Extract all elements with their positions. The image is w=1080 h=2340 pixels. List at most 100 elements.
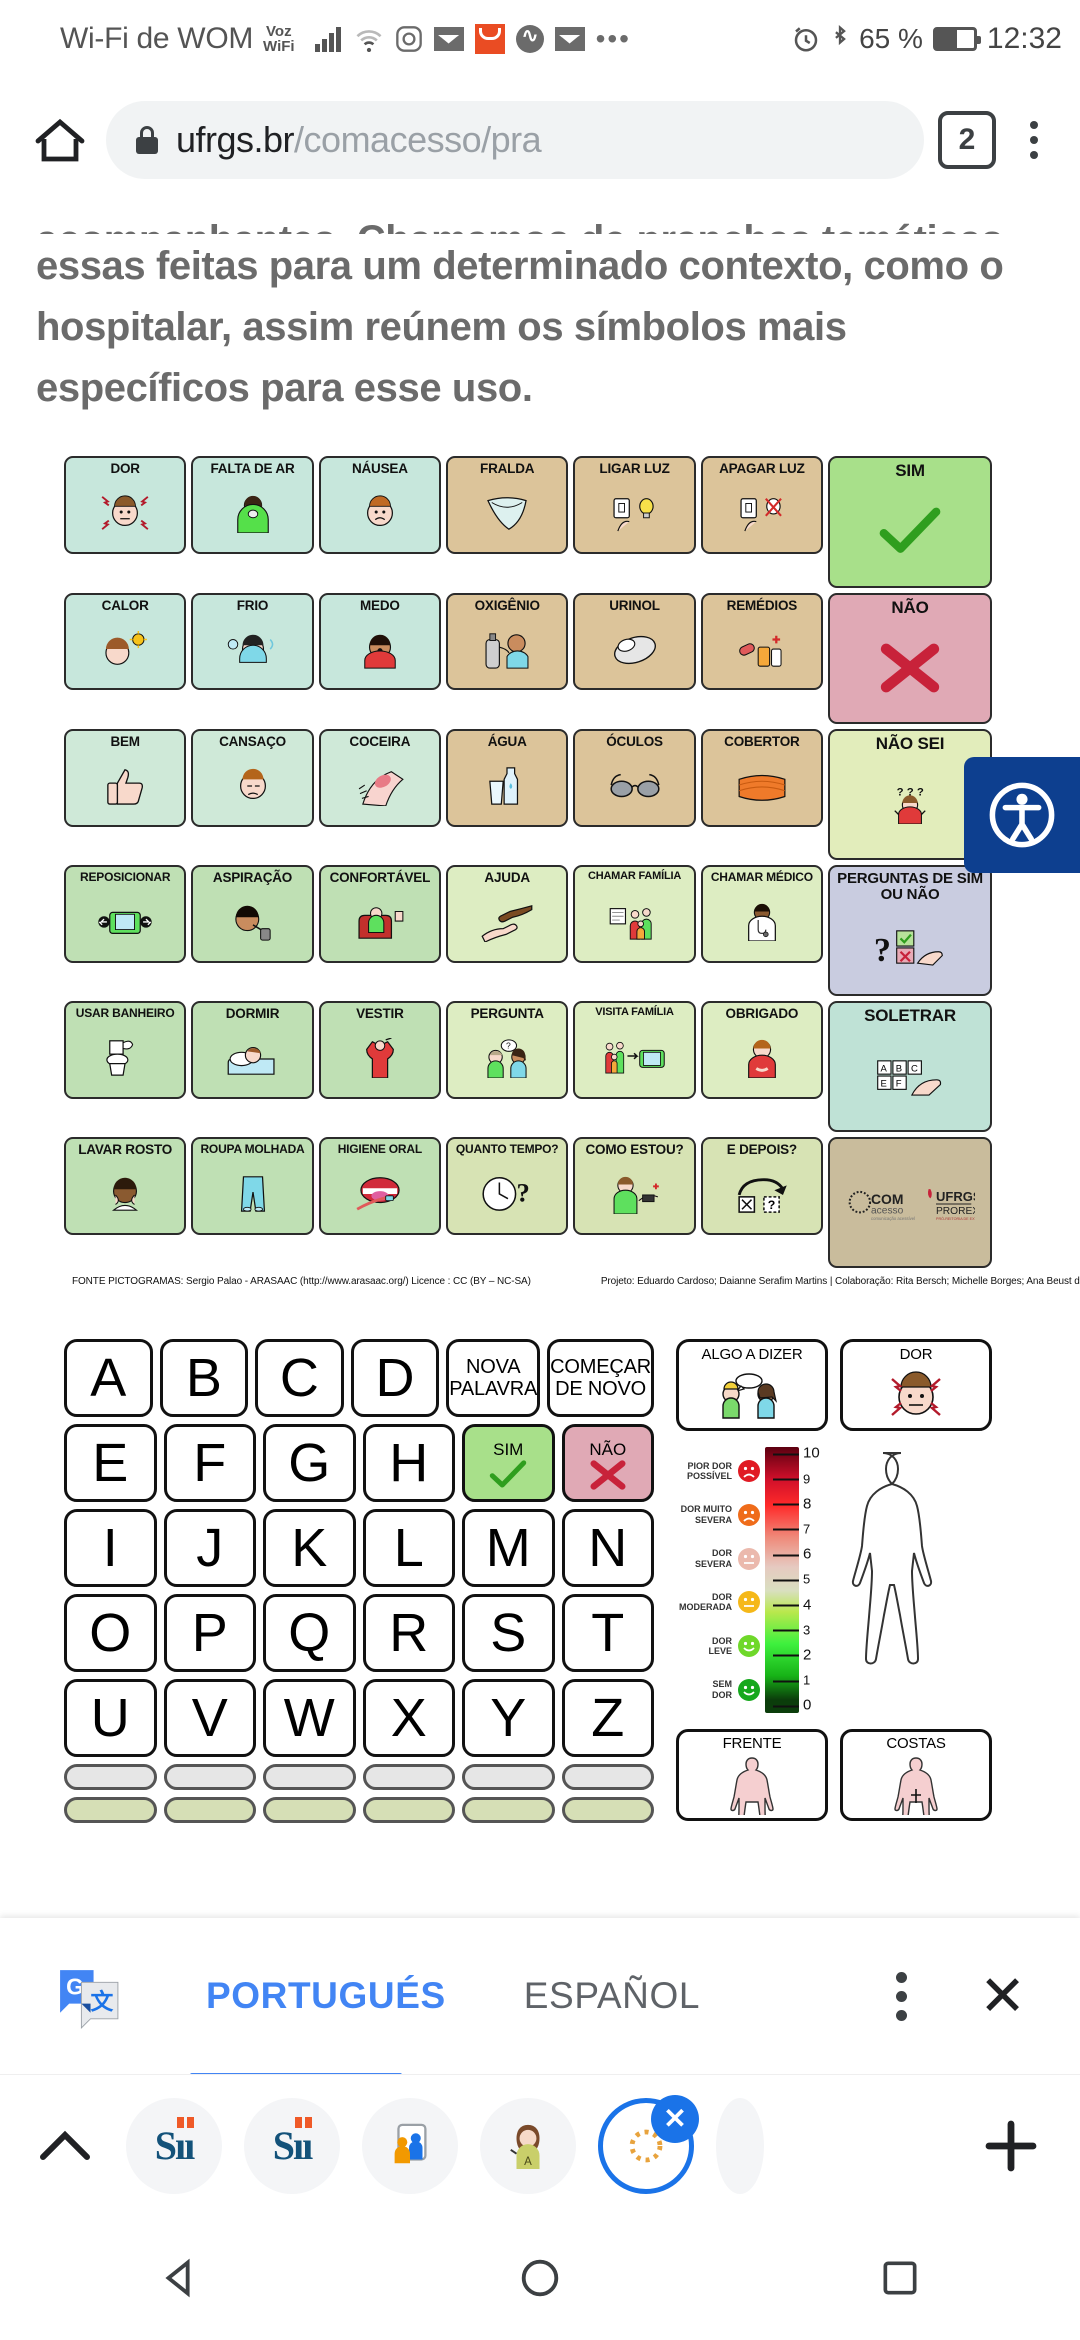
key-Y[interactable]: Y (462, 1679, 555, 1758)
card-frente[interactable]: FRENTE (676, 1729, 828, 1822)
dock-item-sii[interactable]: Sıı (244, 2097, 340, 2194)
pain-level-8[interactable]: DOR MUITO SEVERA (676, 1493, 761, 1537)
key-N[interactable]: N (561, 1509, 654, 1588)
pain-level-6[interactable]: DOR SEVERA (676, 1537, 761, 1581)
key-partial[interactable] (362, 1797, 455, 1824)
key-L[interactable]: L (362, 1509, 455, 1588)
tab-counter-button[interactable]: 2 (938, 111, 996, 169)
pain-level-0[interactable]: SEM DOR (676, 1668, 761, 1712)
key-partial[interactable] (163, 1797, 256, 1824)
board-cell-suction[interactable]: ASPIRAÇÃO (191, 864, 314, 963)
board-cell-glasses[interactable]: ÓCULOS (573, 728, 696, 827)
key-nao[interactable]: NÃO (561, 1424, 654, 1503)
board-cell-light-on[interactable]: LIGAR LUZ (573, 456, 696, 555)
key-U[interactable]: U (64, 1679, 157, 1758)
key-M[interactable]: M (462, 1509, 555, 1588)
key-P[interactable]: P (163, 1594, 256, 1673)
board-cell-itch[interactable]: COCEIRA (318, 728, 442, 827)
board-cell-how-am-i[interactable]: COMO ESTOU? (573, 1137, 696, 1236)
pain-level-2[interactable]: DOR LEVE (676, 1624, 761, 1668)
key-sim[interactable]: SIM (462, 1424, 555, 1503)
key-O[interactable]: O (64, 1594, 157, 1673)
kebab-menu-icon[interactable] (896, 1971, 908, 2021)
key-G[interactable]: G (263, 1424, 356, 1503)
board-cell-cross[interactable]: NÃO (828, 592, 992, 724)
key-B[interactable]: B (159, 1339, 249, 1418)
key-W[interactable]: W (263, 1679, 356, 1758)
dock-item-avatar[interactable]: A (480, 2097, 576, 2194)
key-Q[interactable]: Q (263, 1594, 356, 1673)
key-partial[interactable] (362, 1764, 455, 1791)
board-cell-wash-face[interactable]: LAVAR ROSTO (64, 1137, 187, 1236)
pain-level-10[interactable]: PIOR DOR POSSÍVEL (676, 1449, 761, 1493)
board-cell-medicine[interactable]: REMÉDIOS (700, 592, 824, 691)
key-partial[interactable] (64, 1764, 157, 1791)
card-dor[interactable]: DOR (840, 1339, 992, 1432)
board-cell-face-nausea[interactable]: NÁUSEA (318, 456, 442, 555)
key-I[interactable]: I (64, 1509, 157, 1588)
board-cell-check[interactable]: SIM (828, 456, 992, 588)
board-cell-sleep[interactable]: DORMIR (191, 1001, 314, 1099)
board-cell-call-doctor[interactable]: CHAMAR MÉDICO (700, 864, 824, 963)
key-F[interactable]: F (163, 1424, 256, 1503)
key-V[interactable]: V (163, 1679, 256, 1758)
board-cell-comfortable[interactable]: CONFORTÁVEL (318, 864, 442, 963)
board-cell-diaper[interactable]: FRALDA (446, 456, 569, 555)
web-page-viewport[interactable]: acompanhantes. Chamamos de pranchas temá… (0, 202, 1080, 1918)
board-cell-reposition[interactable]: REPOSICIONAR (64, 864, 187, 963)
back-triangle-icon[interactable] (120, 2238, 240, 2318)
url-bar[interactable]: ufrgs.br/comacesso/pra (106, 101, 924, 179)
board-cell-thumb-up[interactable]: BEM (64, 728, 187, 827)
board-cell-what-next[interactable]: E DEPOIS?? (700, 1137, 824, 1236)
key-A[interactable]: A (64, 1339, 153, 1418)
key-partial[interactable] (163, 1764, 256, 1791)
key-partial[interactable] (561, 1764, 654, 1791)
recents-square-icon[interactable] (840, 2238, 960, 2318)
key-J[interactable]: J (163, 1509, 256, 1588)
plus-icon[interactable] (972, 2107, 1050, 2185)
pain-scale[interactable]: PIOR DOR POSSÍVEL DOR MUITO SEVERA DOR SEVERA… (676, 1445, 820, 1714)
board-cell-face-pain[interactable]: DOR (64, 456, 187, 555)
key-E[interactable]: E (64, 1424, 157, 1503)
home-icon[interactable] (22, 102, 98, 178)
key-Z[interactable]: Z (561, 1679, 654, 1758)
key-partial[interactable] (263, 1764, 356, 1791)
key-K[interactable]: K (263, 1509, 356, 1588)
dock-item-partial[interactable] (716, 2097, 764, 2194)
board-cell-water[interactable]: ÁGUA (446, 728, 569, 827)
key-D[interactable]: D (350, 1339, 440, 1418)
key-partial[interactable] (64, 1797, 157, 1824)
tab-portugues[interactable]: PORTUGUÉS (182, 1975, 470, 2017)
key-C[interactable]: C (255, 1339, 344, 1418)
home-circle-icon[interactable] (480, 2238, 600, 2318)
key-comecar-de-novo[interactable]: COMEÇAR DE NOVO (547, 1339, 654, 1418)
board-cell-breathless[interactable]: FALTA DE AR (191, 456, 314, 555)
board-cell-blanket[interactable]: COBERTOR (700, 728, 824, 827)
kebab-menu-icon[interactable] (1010, 111, 1058, 169)
board-cell-help-hands[interactable]: AJUDA (446, 864, 569, 963)
body-diagram[interactable] (809, 1447, 992, 1715)
board-cell-call-family[interactable]: CHAMAR FAMÍLIA (573, 864, 696, 963)
key-R[interactable]: R (362, 1594, 455, 1673)
board-cell-urinal[interactable]: URINOL (573, 592, 696, 691)
board-cell-hot[interactable]: CALOR (64, 592, 187, 691)
key-partial[interactable] (462, 1764, 555, 1791)
key-partial[interactable] (462, 1797, 555, 1824)
board-cell-oral-hygiene[interactable]: HIGIENE ORAL (318, 1137, 442, 1236)
board-cell-tired[interactable]: CANSAÇO (191, 728, 314, 827)
pain-level-4[interactable]: DOR MODERADA (676, 1580, 761, 1624)
close-icon[interactable]: ✕ (979, 1967, 1026, 2023)
board-cell-light-off[interactable]: APAGAR LUZ (700, 456, 824, 555)
board-cell-yes-no-questions[interactable]: PERGUNTAS DE SIM OU NÃO? (828, 864, 992, 997)
dock-item-presentation[interactable] (362, 2097, 458, 2194)
card-costas[interactable]: COSTAS (840, 1729, 992, 1822)
board-cell-oxygen[interactable]: OXIGÊNIO (446, 592, 569, 691)
tab-espanol[interactable]: ESPAÑOL (500, 1975, 724, 2017)
board-cell-toilet[interactable]: USAR BANHEIRO (64, 1001, 187, 1099)
board-cell-dress[interactable]: VESTIR (318, 1001, 442, 1099)
key-partial[interactable] (561, 1797, 654, 1824)
board-cell-question-talk[interactable]: PERGUNTA? (446, 1001, 569, 1099)
key-nova-palavra[interactable]: NOVA PALAVRA (446, 1339, 541, 1418)
card-algo-a-dizer[interactable]: ALGO A DIZER (676, 1339, 828, 1432)
board-cell-thanks[interactable]: OBRIGADO (700, 1001, 824, 1099)
